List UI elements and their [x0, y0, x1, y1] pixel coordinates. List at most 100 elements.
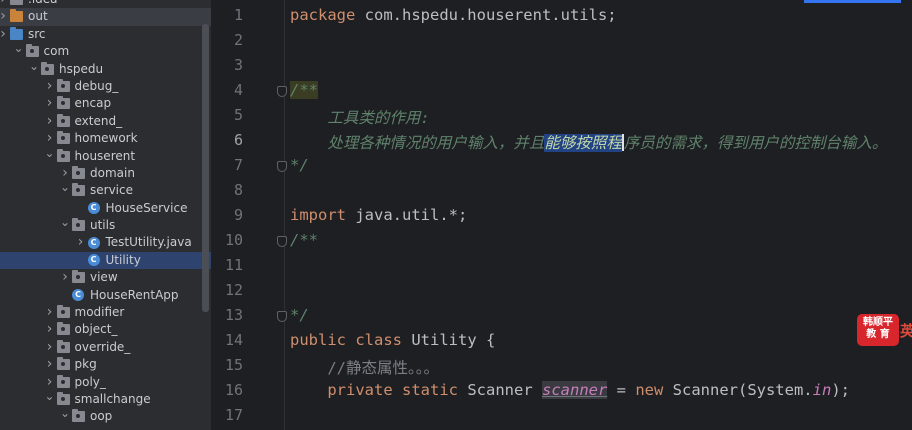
- tree-item[interactable]: C HouseRentApp: [0, 287, 211, 304]
- chevron-right-icon[interactable]: ›: [45, 321, 55, 338]
- line-number: 4: [233, 81, 243, 99]
- line-number: 15: [224, 356, 243, 374]
- tree-item[interactable]: C Utility: [0, 251, 211, 270]
- chevron-right-icon[interactable]: ›: [76, 234, 86, 251]
- tree-item[interactable]: C HouseService: [0, 200, 211, 217]
- chevron-down-icon[interactable]: ⌄: [45, 146, 55, 165]
- code-line[interactable]: 12: [211, 279, 912, 304]
- fold-marker-icon[interactable]: [277, 161, 287, 172]
- chevron-down-icon[interactable]: ⌄: [14, 42, 24, 60]
- code-text: /**: [290, 231, 318, 249]
- package-icon: [72, 409, 85, 423]
- chevron-right-icon[interactable]: ›: [45, 78, 55, 95]
- chevron-right-icon[interactable]: ›: [45, 130, 55, 147]
- package-icon: [72, 183, 85, 197]
- tree-item[interactable]: › pkg: [0, 356, 211, 373]
- editor-top-accent: [804, 0, 901, 3]
- code-line[interactable]: 8: [211, 179, 912, 204]
- tree-item[interactable]: ⌄ smallchange: [0, 390, 211, 408]
- tree-item-label: utils: [90, 218, 116, 233]
- tree-item[interactable]: ⌄ com: [0, 42, 211, 60]
- chevron-right-icon[interactable]: ›: [60, 269, 70, 286]
- java-class-icon: C: [72, 289, 84, 302]
- code-line[interactable]: 9 import java.util.*;: [211, 204, 912, 229]
- tree-item[interactable]: › .idea: [0, 0, 211, 8]
- code-line[interactable]: 6 处理各种情况的用户输入，并且能够按照程 序员的需求，得到用户的控制台输入。: [211, 129, 912, 154]
- code-line[interactable]: 1 package com.hspedu.houserent.utils;: [211, 4, 912, 29]
- tree-item-label: override_: [74, 339, 131, 354]
- chevron-down-icon[interactable]: ⌄: [60, 181, 70, 199]
- code-line[interactable]: 4 /**: [211, 79, 912, 104]
- code-line[interactable]: 3: [211, 54, 912, 79]
- fold-marker-icon[interactable]: [277, 311, 287, 322]
- keyword: import: [290, 206, 346, 224]
- tree-item[interactable]: › encap: [0, 95, 211, 112]
- chevron-right-icon[interactable]: ›: [0, 8, 8, 25]
- code-line[interactable]: 10 /**: [211, 229, 912, 254]
- code-line[interactable]: 11: [211, 254, 912, 279]
- code-line[interactable]: 5 工具类的作用:: [211, 104, 912, 129]
- line-number: 10: [224, 231, 243, 249]
- tree-item[interactable]: › override_: [0, 339, 211, 356]
- line-number: 2: [233, 31, 243, 49]
- tree-item-label: object_: [74, 322, 118, 337]
- line-number: 8: [233, 181, 243, 199]
- constructor-call: Scanner(System.: [663, 381, 813, 399]
- keyword: class: [355, 331, 403, 349]
- tree-item[interactable]: › homework: [0, 130, 211, 147]
- tree-item[interactable]: ⌄ houserent: [0, 146, 211, 165]
- tree-item-label: pkg: [74, 357, 97, 372]
- chevron-right-icon[interactable]: ›: [45, 95, 55, 112]
- package-icon: [56, 339, 70, 353]
- fold-marker-icon[interactable]: [277, 86, 287, 97]
- doc-comment-text: 序员的需求，得到用户的控制台输入。: [623, 134, 888, 152]
- brand-logo-tail: 英: [900, 322, 912, 340]
- tree-item[interactable]: ⌄ service: [0, 181, 211, 199]
- static-field: in: [812, 381, 832, 399]
- tree-item[interactable]: › C TestUtility.java: [0, 234, 211, 251]
- code-line[interactable]: 15 //静态属性。。。: [211, 354, 912, 379]
- tree-item[interactable]: ⌄ oop: [0, 407, 211, 425]
- line-number: 14: [224, 331, 243, 349]
- code-editor[interactable]: 1 package com.hspedu.houserent.utils; 2 3 4 /…: [211, 0, 912, 430]
- tree-item[interactable]: ⌄ utils: [0, 216, 211, 234]
- code-line[interactable]: 16 private static Scanner scanner = new …: [211, 379, 912, 404]
- package-icon: [56, 305, 70, 319]
- tree-item[interactable]: › src: [0, 26, 211, 43]
- tree-item[interactable]: › extend_: [0, 113, 211, 130]
- tree-item[interactable]: › modifier: [0, 304, 211, 321]
- tree-item[interactable]: ⌄ hspedu: [0, 59, 211, 78]
- code-text: 处理各种情况的用户输入，并且能够按照程 序员的需求，得到用户的控制台输入。: [290, 131, 887, 153]
- tree-item-label: encap: [74, 96, 112, 111]
- chevron-right-icon[interactable]: ›: [0, 0, 8, 8]
- tree-item[interactable]: › out: [0, 8, 211, 26]
- chevron-right-icon[interactable]: ›: [0, 26, 8, 43]
- package-icon: [56, 148, 70, 162]
- chevron-down-icon[interactable]: ⌄: [29, 59, 39, 78]
- tree-item[interactable]: › view: [0, 269, 211, 286]
- chevron-down-icon[interactable]: ⌄: [60, 407, 70, 425]
- chevron-right-icon[interactable]: ›: [45, 113, 55, 130]
- chevron-right-icon[interactable]: ›: [45, 339, 55, 356]
- project-tree-scrollbar[interactable]: [202, 24, 209, 312]
- code-line[interactable]: 7 */: [211, 154, 912, 179]
- code-text: package com.hspedu.houserent.utils;: [290, 6, 617, 24]
- project-tree[interactable]: › .idea › out › src ⌄ com ⌄ hspedu › debug_ › encap › e…: [0, 0, 211, 430]
- chevron-right-icon[interactable]: ›: [45, 356, 55, 373]
- chevron-right-icon[interactable]: ›: [45, 304, 55, 321]
- tree-item[interactable]: › domain: [0, 165, 211, 182]
- code-line[interactable]: 17: [211, 404, 912, 429]
- tree-item[interactable]: › debug_: [0, 78, 211, 95]
- chevron-down-icon[interactable]: ⌄: [45, 390, 55, 408]
- code-line[interactable]: 2: [211, 29, 912, 54]
- code-rest: );: [831, 381, 850, 399]
- chevron-down-icon[interactable]: ⌄: [60, 216, 70, 234]
- code-line[interactable]: 14 public class Utility {: [211, 329, 912, 354]
- line-number: 17: [224, 406, 243, 424]
- code-text: /**: [290, 81, 318, 99]
- tree-item[interactable]: › object_: [0, 321, 211, 338]
- fold-marker-icon[interactable]: [277, 236, 287, 247]
- line-number: 6: [233, 131, 243, 149]
- code-line[interactable]: 13 */: [211, 304, 912, 329]
- tree-item[interactable]: › poly_: [0, 374, 211, 391]
